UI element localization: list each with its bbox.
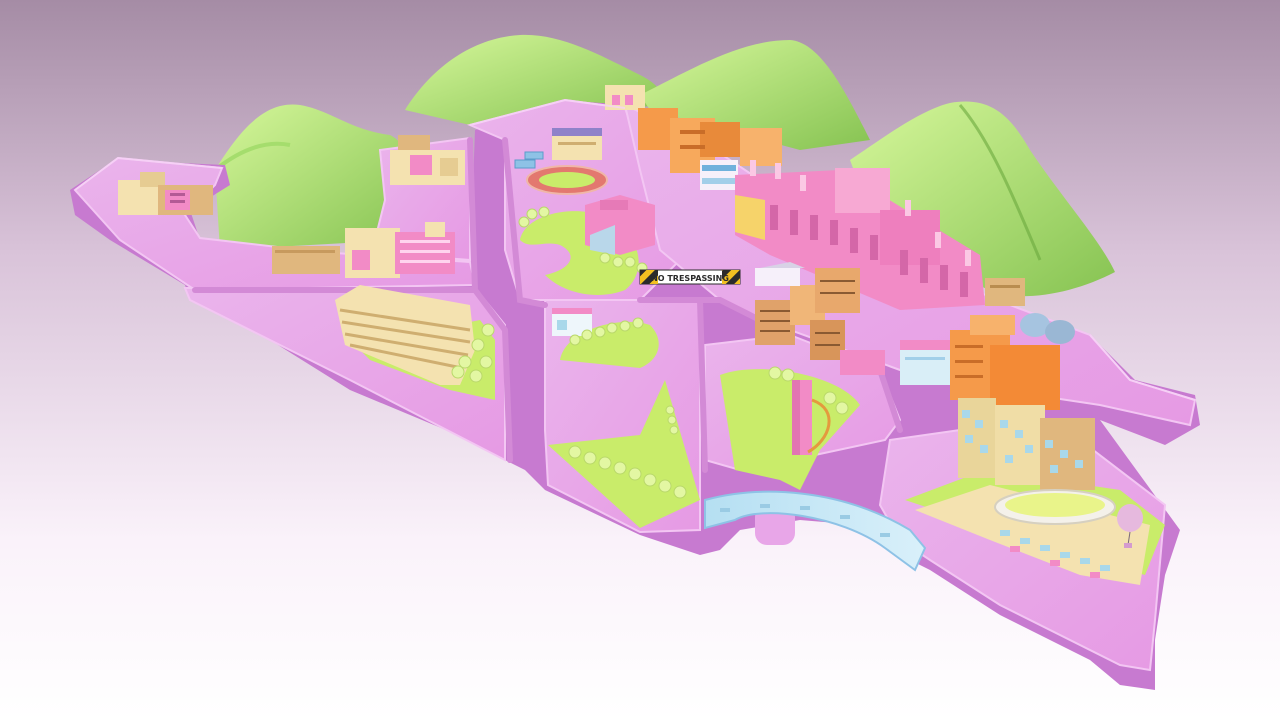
building-blue-pink [900, 340, 950, 385]
building-tan-right [985, 278, 1025, 306]
no-trespassing-barrier: NO TRESPASSING [639, 269, 741, 285]
campus-model-scene: NO TRESPASSING [0, 0, 1280, 720]
building-sports-hall [552, 128, 602, 160]
building-white-small [700, 160, 738, 190]
barrier-sign-text: NO TRESPASSING [651, 274, 729, 283]
campus-3d-render: NO TRESPASSING [0, 0, 1280, 720]
building-pink-center [585, 195, 655, 255]
